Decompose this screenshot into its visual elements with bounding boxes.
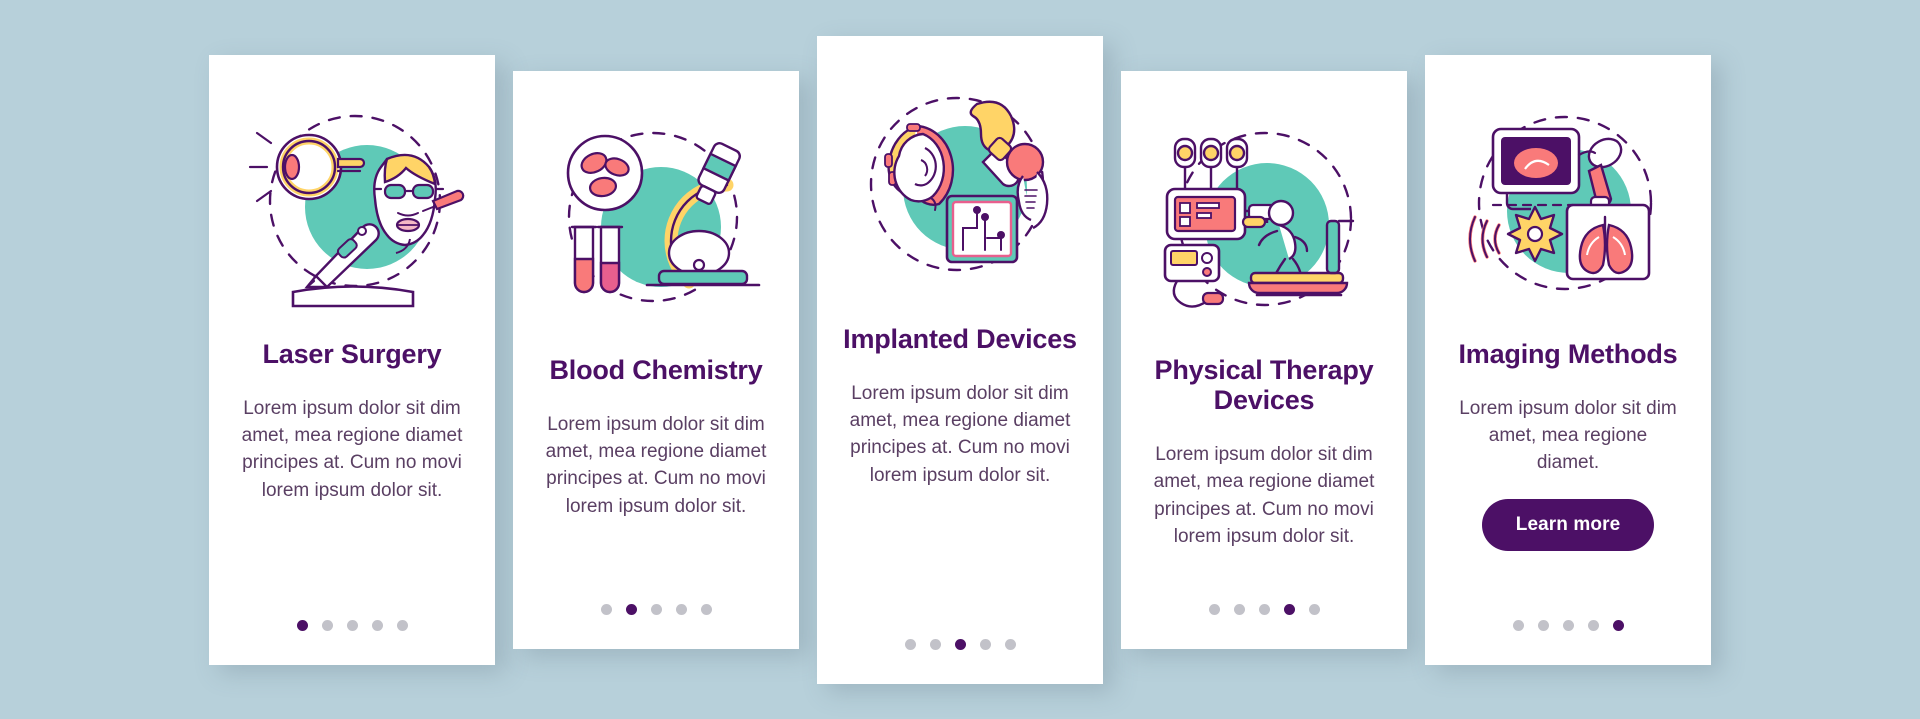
pagination-dot-4[interactable] (1587, 619, 1599, 631)
pagination-dots[interactable] (904, 638, 1016, 650)
pagination-dot-3[interactable] (1258, 603, 1270, 615)
card-description: Lorem ipsum dolor sit dim amet, mea regi… (241, 397, 463, 501)
pagination-dot-5[interactable] (396, 619, 408, 631)
onboarding-card-physical-therapy-devices[interactable]: Physical Therapy Devices Lorem ipsum dol… (1121, 70, 1407, 649)
pagination-dot-1[interactable] (600, 603, 612, 615)
learn-more-button[interactable]: Learn more (1481, 498, 1655, 551)
pagination-dot-5[interactable] (700, 603, 712, 615)
pagination-dot-2[interactable] (321, 619, 333, 631)
card-description: Lorem ipsum dolor sit dim amet, mea regi… (545, 413, 767, 517)
treadmill-therapy-machine-illustration (1149, 125, 1379, 325)
pagination-dots[interactable] (600, 603, 712, 615)
card-title: Implanted Devices (843, 323, 1077, 354)
pagination-dot-3[interactable] (346, 619, 358, 631)
pagination-dot-2[interactable] (625, 603, 637, 615)
card-description: Lorem ipsum dolor sit dim amet, mea regi… (1459, 397, 1677, 474)
microscope-blood-cells-illustration (541, 125, 771, 325)
pagination-dots[interactable] (296, 619, 408, 631)
onboarding-card-imaging-methods[interactable]: Imaging Methods Lorem ipsum dolor sit di… (1425, 54, 1711, 665)
onboarding-screens-container: Laser Surgery Lorem ipsum dolor sit dim … (0, 0, 1920, 719)
card-description: Lorem ipsum dolor sit dim amet, mea regi… (1153, 443, 1375, 548)
onboarding-card-implanted-devices[interactable]: Implanted Devices Lorem ipsum dolor sit … (817, 35, 1103, 684)
pagination-dot-1[interactable] (296, 619, 308, 631)
ultrasound-xray-lungs-illustration (1453, 109, 1683, 309)
pagination-dot-4[interactable] (979, 638, 991, 650)
pagination-dot-1[interactable] (1512, 619, 1524, 631)
pagination-dot-4[interactable] (675, 603, 687, 615)
hearing-aid-implant-chip-illustration (845, 90, 1075, 290)
pagination-dots[interactable] (1208, 603, 1320, 615)
pagination-dot-5[interactable] (1612, 619, 1624, 631)
card-title: Imaging Methods (1458, 338, 1678, 369)
pagination-dot-3[interactable] (954, 638, 966, 650)
pagination-dot-2[interactable] (929, 638, 941, 650)
card-title: Blood Chemistry (549, 354, 763, 385)
pagination-dot-3[interactable] (650, 603, 662, 615)
pagination-dot-2[interactable] (1537, 619, 1549, 631)
pagination-dot-4[interactable] (371, 619, 383, 631)
onboarding-card-blood-chemistry[interactable]: Blood Chemistry Lorem ipsum dolor sit di… (513, 70, 799, 649)
pagination-dot-3[interactable] (1562, 619, 1574, 631)
onboarding-card-laser-surgery[interactable]: Laser Surgery Lorem ipsum dolor sit dim … (209, 54, 495, 665)
card-title: Laser Surgery (262, 338, 442, 369)
pagination-dot-2[interactable] (1233, 603, 1245, 615)
pagination-dot-5[interactable] (1308, 603, 1320, 615)
card-description: Lorem ipsum dolor sit dim amet, mea regi… (849, 382, 1071, 486)
card-title: Physical Therapy Devices (1154, 354, 1374, 415)
pagination-dot-4[interactable] (1283, 603, 1295, 615)
eye-laser-surgery-illustration (237, 109, 467, 309)
pagination-dot-1[interactable] (1208, 603, 1220, 615)
pagination-dots[interactable] (1512, 619, 1624, 631)
pagination-dot-5[interactable] (1004, 638, 1016, 650)
pagination-dot-1[interactable] (904, 638, 916, 650)
